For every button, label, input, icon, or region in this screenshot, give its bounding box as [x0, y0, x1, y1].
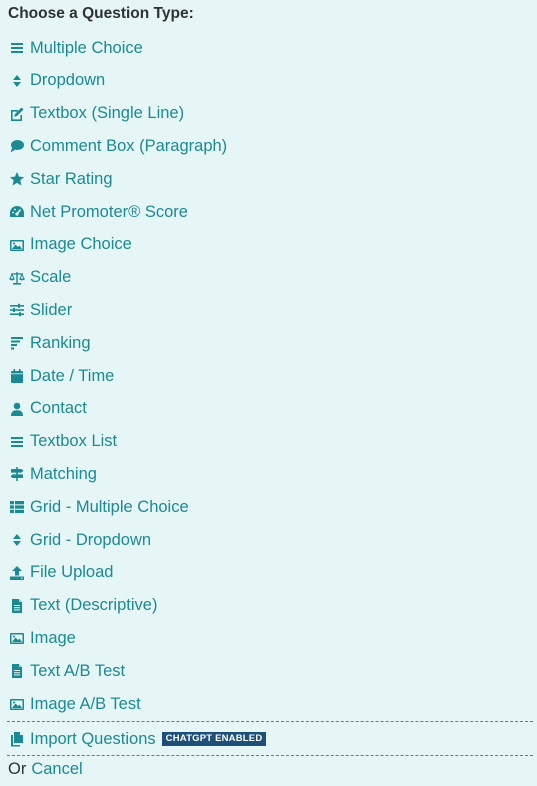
ranking-icon [9, 335, 25, 351]
calendar-icon [9, 368, 25, 384]
question-type-label: Scale [30, 268, 72, 287]
import-questions-label: Import Questions [30, 729, 156, 748]
question-type-label: Dropdown [30, 71, 106, 90]
question-type-scale[interactable]: Scale [9, 266, 71, 290]
question-type-image[interactable]: Image [9, 626, 76, 650]
balance-scale-icon [9, 270, 25, 286]
question-type-text-a-b-test[interactable]: Text A/B Test [9, 659, 125, 683]
upload-icon [9, 565, 25, 581]
question-type-grid-multiple-choice[interactable]: Grid - Multiple Choice [9, 495, 189, 519]
question-type-label: Text A/B Test [30, 661, 126, 680]
panel-heading: Choose a Question Type: [8, 5, 194, 22]
question-type-textbox-list[interactable]: Textbox List [9, 430, 117, 454]
question-type-panel: Choose a Question Type: Multiple Choice D… [0, 0, 537, 786]
question-type-file-upload[interactable]: File Upload [9, 561, 113, 585]
question-type-date-time[interactable]: Date / Time [9, 364, 114, 388]
question-type-image-choice[interactable]: Image Choice [9, 233, 132, 257]
divider-top [7, 721, 533, 722]
sort-icon [9, 73, 25, 89]
signs-icon [9, 466, 25, 482]
question-type-label: Date / Time [30, 366, 115, 385]
question-type-image-a-b-test[interactable]: Image A/B Test [9, 692, 141, 716]
question-type-label: Grid - Dropdown [30, 530, 152, 549]
cancel-link[interactable]: Cancel [31, 760, 82, 778]
question-type-label: Slider [30, 300, 73, 319]
question-type-label: Image Choice [30, 235, 132, 254]
question-type-label: Matching [30, 464, 97, 483]
question-type-label: Star Rating [30, 169, 113, 188]
sliders-icon [9, 302, 25, 318]
question-type-label: Ranking [30, 333, 91, 352]
question-type-label: File Upload [30, 563, 114, 582]
question-type-text-descriptive[interactable]: Text (Descriptive) [9, 594, 157, 618]
question-type-grid-dropdown[interactable]: Grid - Dropdown [9, 528, 151, 552]
question-type-label: Textbox List [30, 432, 118, 451]
import-questions-link[interactable]: Import Questions CHATGPT ENABLED [9, 727, 267, 751]
list-icon [9, 40, 25, 56]
or-text: Or [8, 760, 27, 778]
question-type-ranking[interactable]: Ranking [9, 331, 91, 355]
question-type-label: Net Promoter® Score [30, 202, 188, 221]
question-type-label: Image [30, 628, 76, 647]
copy-icon [9, 731, 25, 747]
image-icon [9, 696, 25, 712]
gauge-icon [9, 204, 25, 220]
question-type-contact[interactable]: Contact [9, 397, 87, 421]
footer: Or Cancel [8, 760, 83, 779]
question-type-star-rating[interactable]: Star Rating [9, 167, 113, 191]
grid-list-icon [9, 499, 25, 515]
star-icon [9, 171, 25, 187]
question-type-label: Text (Descriptive) [30, 596, 158, 615]
chatgpt-enabled-badge: CHATGPT ENABLED [161, 732, 267, 746]
question-type-dropdown[interactable]: Dropdown [9, 69, 105, 93]
file-text-icon [9, 663, 25, 679]
file-text-icon [9, 598, 25, 614]
question-type-multiple-choice[interactable]: Multiple Choice [9, 36, 143, 60]
question-type-label: Image A/B Test [30, 694, 141, 713]
divider-bottom [7, 755, 533, 756]
user-icon [9, 401, 25, 417]
question-type-slider[interactable]: Slider [9, 298, 72, 322]
question-type-label: Multiple Choice [30, 38, 143, 57]
image-icon [9, 630, 25, 646]
question-type-label: Comment Box (Paragraph) [30, 136, 228, 155]
question-type-comment-box-paragraph[interactable]: Comment Box (Paragraph) [9, 134, 227, 158]
question-type-label: Grid - Multiple Choice [30, 497, 189, 516]
question-type-textbox-single-line[interactable]: Textbox (Single Line) [9, 102, 184, 126]
sort-icon [9, 532, 25, 548]
question-type-matching[interactable]: Matching [9, 462, 97, 486]
image-icon [9, 237, 25, 253]
comment-icon [9, 138, 25, 154]
edit-icon [9, 106, 25, 122]
question-type-label: Textbox (Single Line) [30, 104, 185, 123]
question-type-net-promoter-score[interactable]: Net Promoter® Score [9, 200, 188, 224]
question-type-label: Contact [30, 399, 87, 418]
list-icon [9, 434, 25, 450]
